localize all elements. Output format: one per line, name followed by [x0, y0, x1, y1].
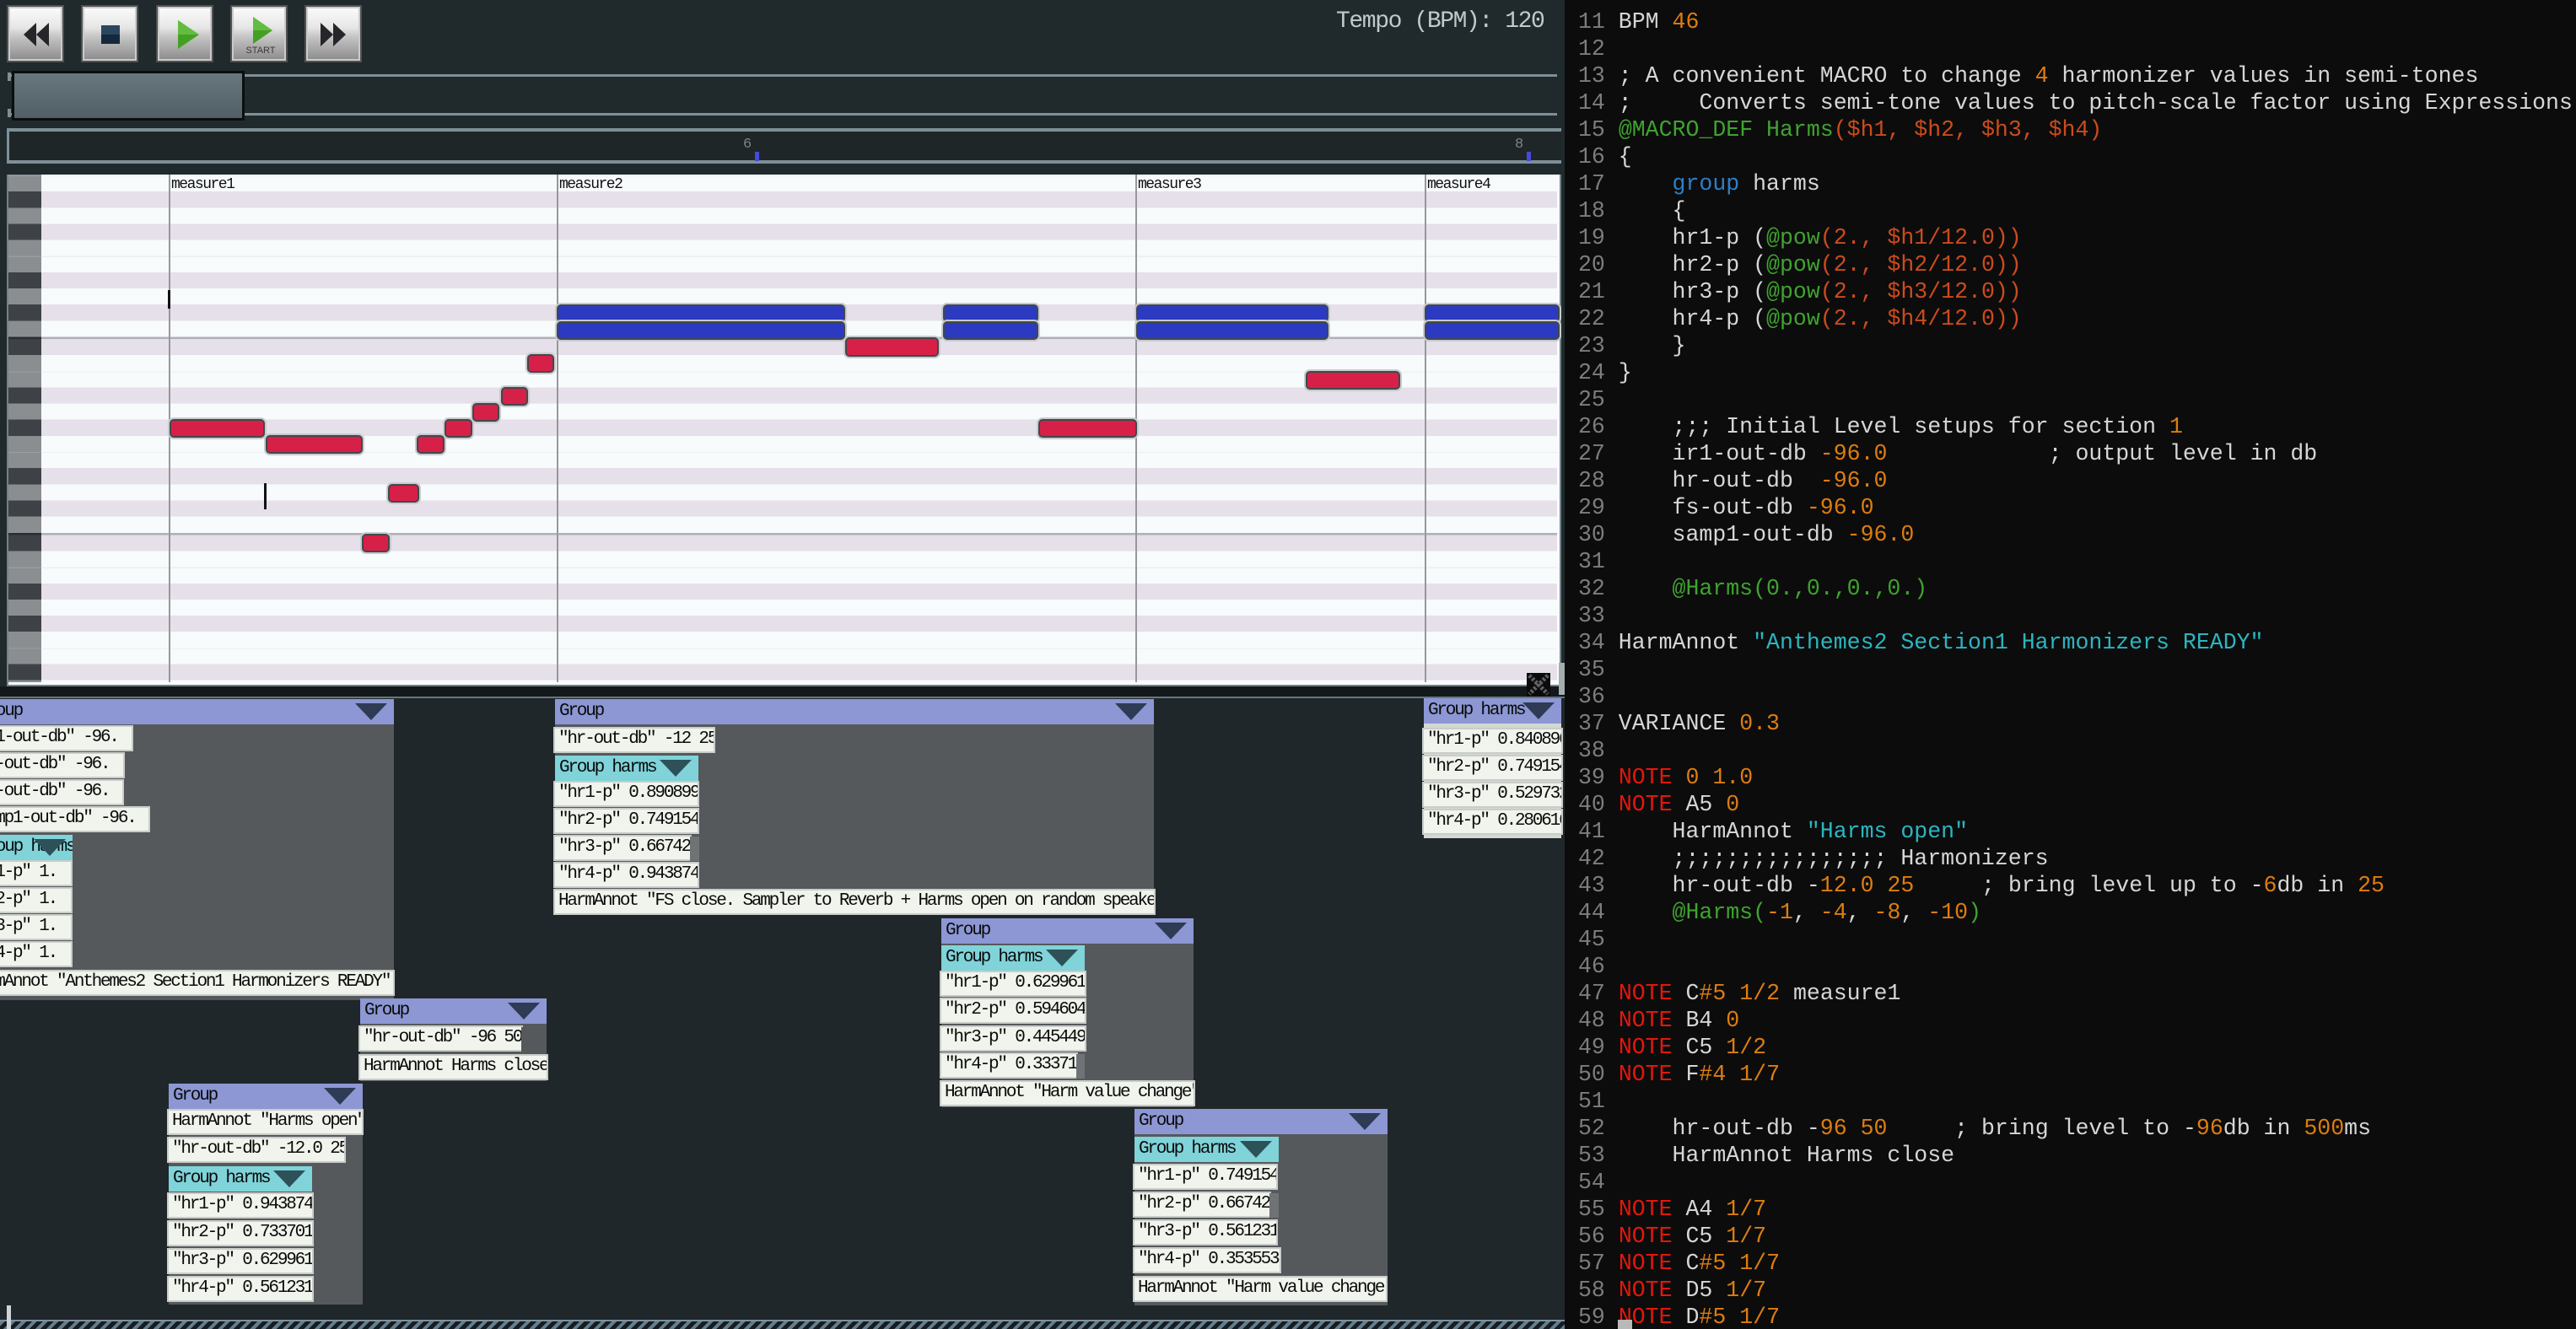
- svg-text:START: START: [245, 46, 275, 56]
